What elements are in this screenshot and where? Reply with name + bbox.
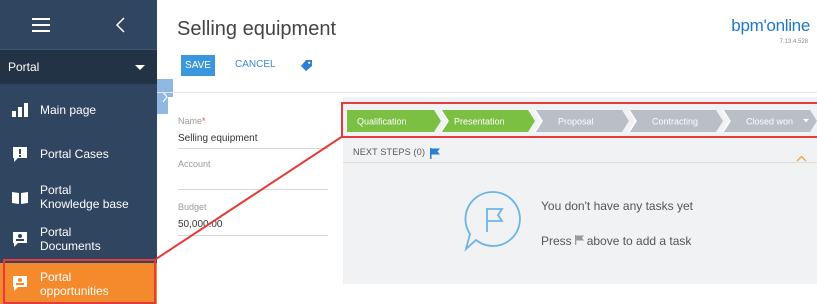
connector-line [155,135,344,260]
app-window: Portal Main page Portal Cases Portal Kno… [0,0,817,304]
